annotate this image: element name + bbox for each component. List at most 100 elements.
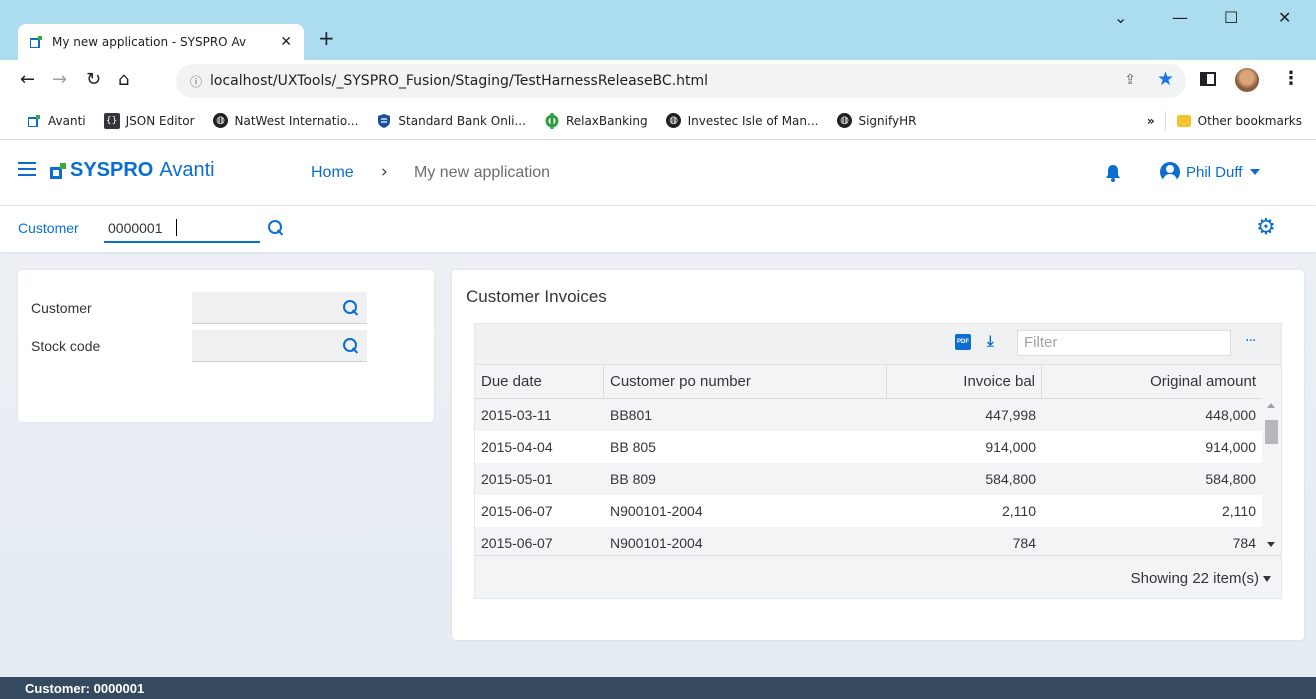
cell-original-amount: 448,000: [1205, 407, 1256, 423]
caret-down-icon: [1250, 169, 1261, 175]
maximize-button[interactable]: ☐: [1224, 8, 1238, 27]
profile-avatar[interactable]: [1235, 68, 1259, 92]
bookmark-item[interactable]: ◍ Investec Isle of Man...: [666, 113, 819, 129]
customer-invoices-card: Customer Invoices PDF ⤓ Filter ··· Due d…: [452, 270, 1304, 640]
browser-toolbar: ← → ↻ ⌂ ⓘ localhost/UXTools/_SYSPRO_Fusi…: [0, 60, 1316, 102]
key-filter-bar: Customer 0000001: [0, 206, 1316, 252]
bookmark-label: Standard Bank Onli...: [398, 113, 526, 128]
download-icon[interactable]: ⤓: [987, 332, 994, 350]
share-icon[interactable]: ⇪: [1124, 72, 1136, 88]
globe-icon: ◍: [666, 113, 682, 129]
cell-invoice-bal: 2,110: [1002, 503, 1036, 519]
grid-header-row: Due date Customer po number Invoice bal …: [475, 365, 1262, 399]
cell-original-amount: 2,110: [1222, 503, 1256, 519]
search-icon[interactable]: [343, 338, 359, 354]
column-header-invoice-bal[interactable]: Invoice bal: [887, 365, 1042, 399]
table-row[interactable]: 2015-04-04 BB 805 914,000 914,000: [475, 431, 1262, 463]
user-avatar-icon: [1160, 162, 1180, 182]
address-bar[interactable]: ⓘ localhost/UXTools/_SYSPRO_Fusion/Stagi…: [176, 64, 1186, 98]
bookmark-item[interactable]: Standard Bank Onli...: [376, 113, 526, 129]
other-bookmarks-label: Other bookmarks: [1197, 113, 1302, 128]
bookmark-item[interactable]: ◍ NatWest Internatio...: [213, 113, 359, 129]
more-options-icon[interactable]: ···: [1245, 333, 1256, 349]
search-icon[interactable]: [268, 220, 284, 236]
bookmark-label: NatWest Internatio...: [234, 113, 359, 128]
bookmark-star-icon[interactable]: ★: [1157, 68, 1174, 90]
close-window-button[interactable]: ✕: [1278, 8, 1291, 27]
cell-po-number: BB 805: [610, 439, 656, 455]
bookmark-label: Investec Isle of Man...: [687, 113, 819, 128]
cell-invoice-bal: 784: [1012, 535, 1036, 551]
user-name: Phil Duff: [1186, 163, 1243, 181]
cell-due-date: 2015-06-07: [481, 535, 553, 551]
grid-toolbar: PDF ⤓ Filter ···: [475, 324, 1281, 365]
column-header-po-number[interactable]: Customer po number: [604, 365, 887, 399]
bookmark-item[interactable]: ◍ SignifyHR: [836, 113, 916, 129]
notifications-bell-icon[interactable]: [1105, 164, 1121, 182]
scroll-down-arrow-icon[interactable]: [1267, 542, 1275, 547]
syspro-avanti-logo[interactable]: SYSPRO Avanti: [50, 159, 215, 182]
bookmarks-overflow-button[interactable]: »: [1147, 114, 1155, 128]
bookmark-item[interactable]: Avanti: [26, 113, 86, 129]
browser-tab[interactable]: My new application - SYSPRO Av ✕: [18, 24, 304, 60]
new-tab-button[interactable]: +: [318, 26, 335, 50]
stock-code-field-label: Stock code: [31, 338, 101, 354]
customer-field[interactable]: [192, 292, 367, 324]
column-header-original-amount[interactable]: Original amount: [1042, 365, 1262, 399]
cell-due-date: 2015-06-07: [481, 503, 553, 519]
forward-button[interactable]: →: [52, 69, 67, 90]
tab-title: My new application - SYSPRO Av: [52, 35, 247, 49]
home-button[interactable]: ⌂: [118, 69, 129, 90]
customer-filter-input[interactable]: 0000001: [108, 220, 163, 236]
stock-code-field[interactable]: [192, 330, 367, 362]
bookmark-label: RelaxBanking: [565, 113, 648, 128]
settings-gear-icon[interactable]: ⚙: [1256, 217, 1276, 239]
other-bookmarks[interactable]: Other bookmarks: [1176, 113, 1302, 129]
cell-due-date: 2015-04-04: [481, 439, 553, 455]
invoices-grid: PDF ⤓ Filter ··· Due date Customer po nu…: [474, 323, 1282, 599]
input-underline: [104, 241, 260, 243]
grid-body: 2015-03-11 BB801 447,998 448,000 2015-04…: [475, 399, 1262, 555]
query-card: Customer Stock code: [18, 270, 434, 422]
breadcrumb-separator-icon: ›: [381, 162, 388, 182]
shell-bar: SYSPRO Avanti Home › My new application …: [0, 140, 1316, 206]
item-count-dropdown[interactable]: Showing 22 item(s): [1131, 570, 1271, 587]
bookmark-label: Avanti: [48, 113, 86, 128]
bookmark-item[interactable]: {} JSON Editor: [103, 112, 195, 129]
back-button[interactable]: ←: [20, 69, 35, 90]
table-row[interactable]: 2015-06-07 N900101-2004 2,110 2,110: [475, 495, 1262, 527]
cell-invoice-bal: 447,998: [985, 407, 1036, 423]
bookmark-label: SignifyHR: [858, 113, 917, 128]
user-menu[interactable]: Phil Duff: [1160, 162, 1261, 182]
folder-icon: [1176, 113, 1192, 129]
scrollbar-thumb[interactable]: [1265, 420, 1278, 444]
grid-filter-input[interactable]: Filter: [1017, 330, 1231, 356]
reload-button[interactable]: ↻: [86, 69, 101, 90]
table-row[interactable]: 2015-06-07 N900101-2004 784 784: [475, 527, 1262, 555]
tab-close-icon[interactable]: ✕: [280, 34, 292, 50]
column-header-due-date[interactable]: Due date: [475, 365, 604, 399]
minimize-button[interactable]: —: [1172, 8, 1188, 27]
search-icon[interactable]: [343, 300, 359, 316]
item-count-label: Showing 22 item(s): [1130, 570, 1259, 587]
cell-invoice-bal: 914,000: [985, 439, 1036, 455]
breadcrumb-home[interactable]: Home: [311, 164, 354, 182]
bookmark-item[interactable]: RelaxBanking: [544, 112, 648, 129]
cell-original-amount: 914,000: [1205, 439, 1256, 455]
cell-po-number: N900101-2004: [610, 503, 703, 519]
cell-invoice-bal: 584,800: [985, 471, 1036, 487]
tab-search-chevron-icon[interactable]: ⌄: [1114, 8, 1127, 27]
side-panel-icon[interactable]: [1200, 71, 1216, 91]
scroll-up-arrow-icon[interactable]: [1267, 403, 1275, 408]
customer-field-label: Customer: [31, 300, 92, 316]
browser-menu-icon[interactable]: ⋮: [1282, 68, 1300, 89]
table-row[interactable]: 2015-03-11 BB801 447,998 448,000: [475, 399, 1262, 431]
bookmark-label: JSON Editor: [125, 113, 195, 128]
globe-icon: ◍: [836, 113, 852, 129]
hamburger-menu-icon[interactable]: [18, 162, 36, 176]
table-row[interactable]: 2015-05-01 BB 809 584,800 584,800: [475, 463, 1262, 495]
vertical-scrollbar[interactable]: [1262, 399, 1281, 555]
bookmarks-bar: Avanti {} JSON Editor ◍ NatWest Internat…: [0, 102, 1316, 140]
site-info-icon[interactable]: ⓘ: [190, 73, 202, 90]
pdf-export-icon[interactable]: PDF: [955, 334, 971, 350]
